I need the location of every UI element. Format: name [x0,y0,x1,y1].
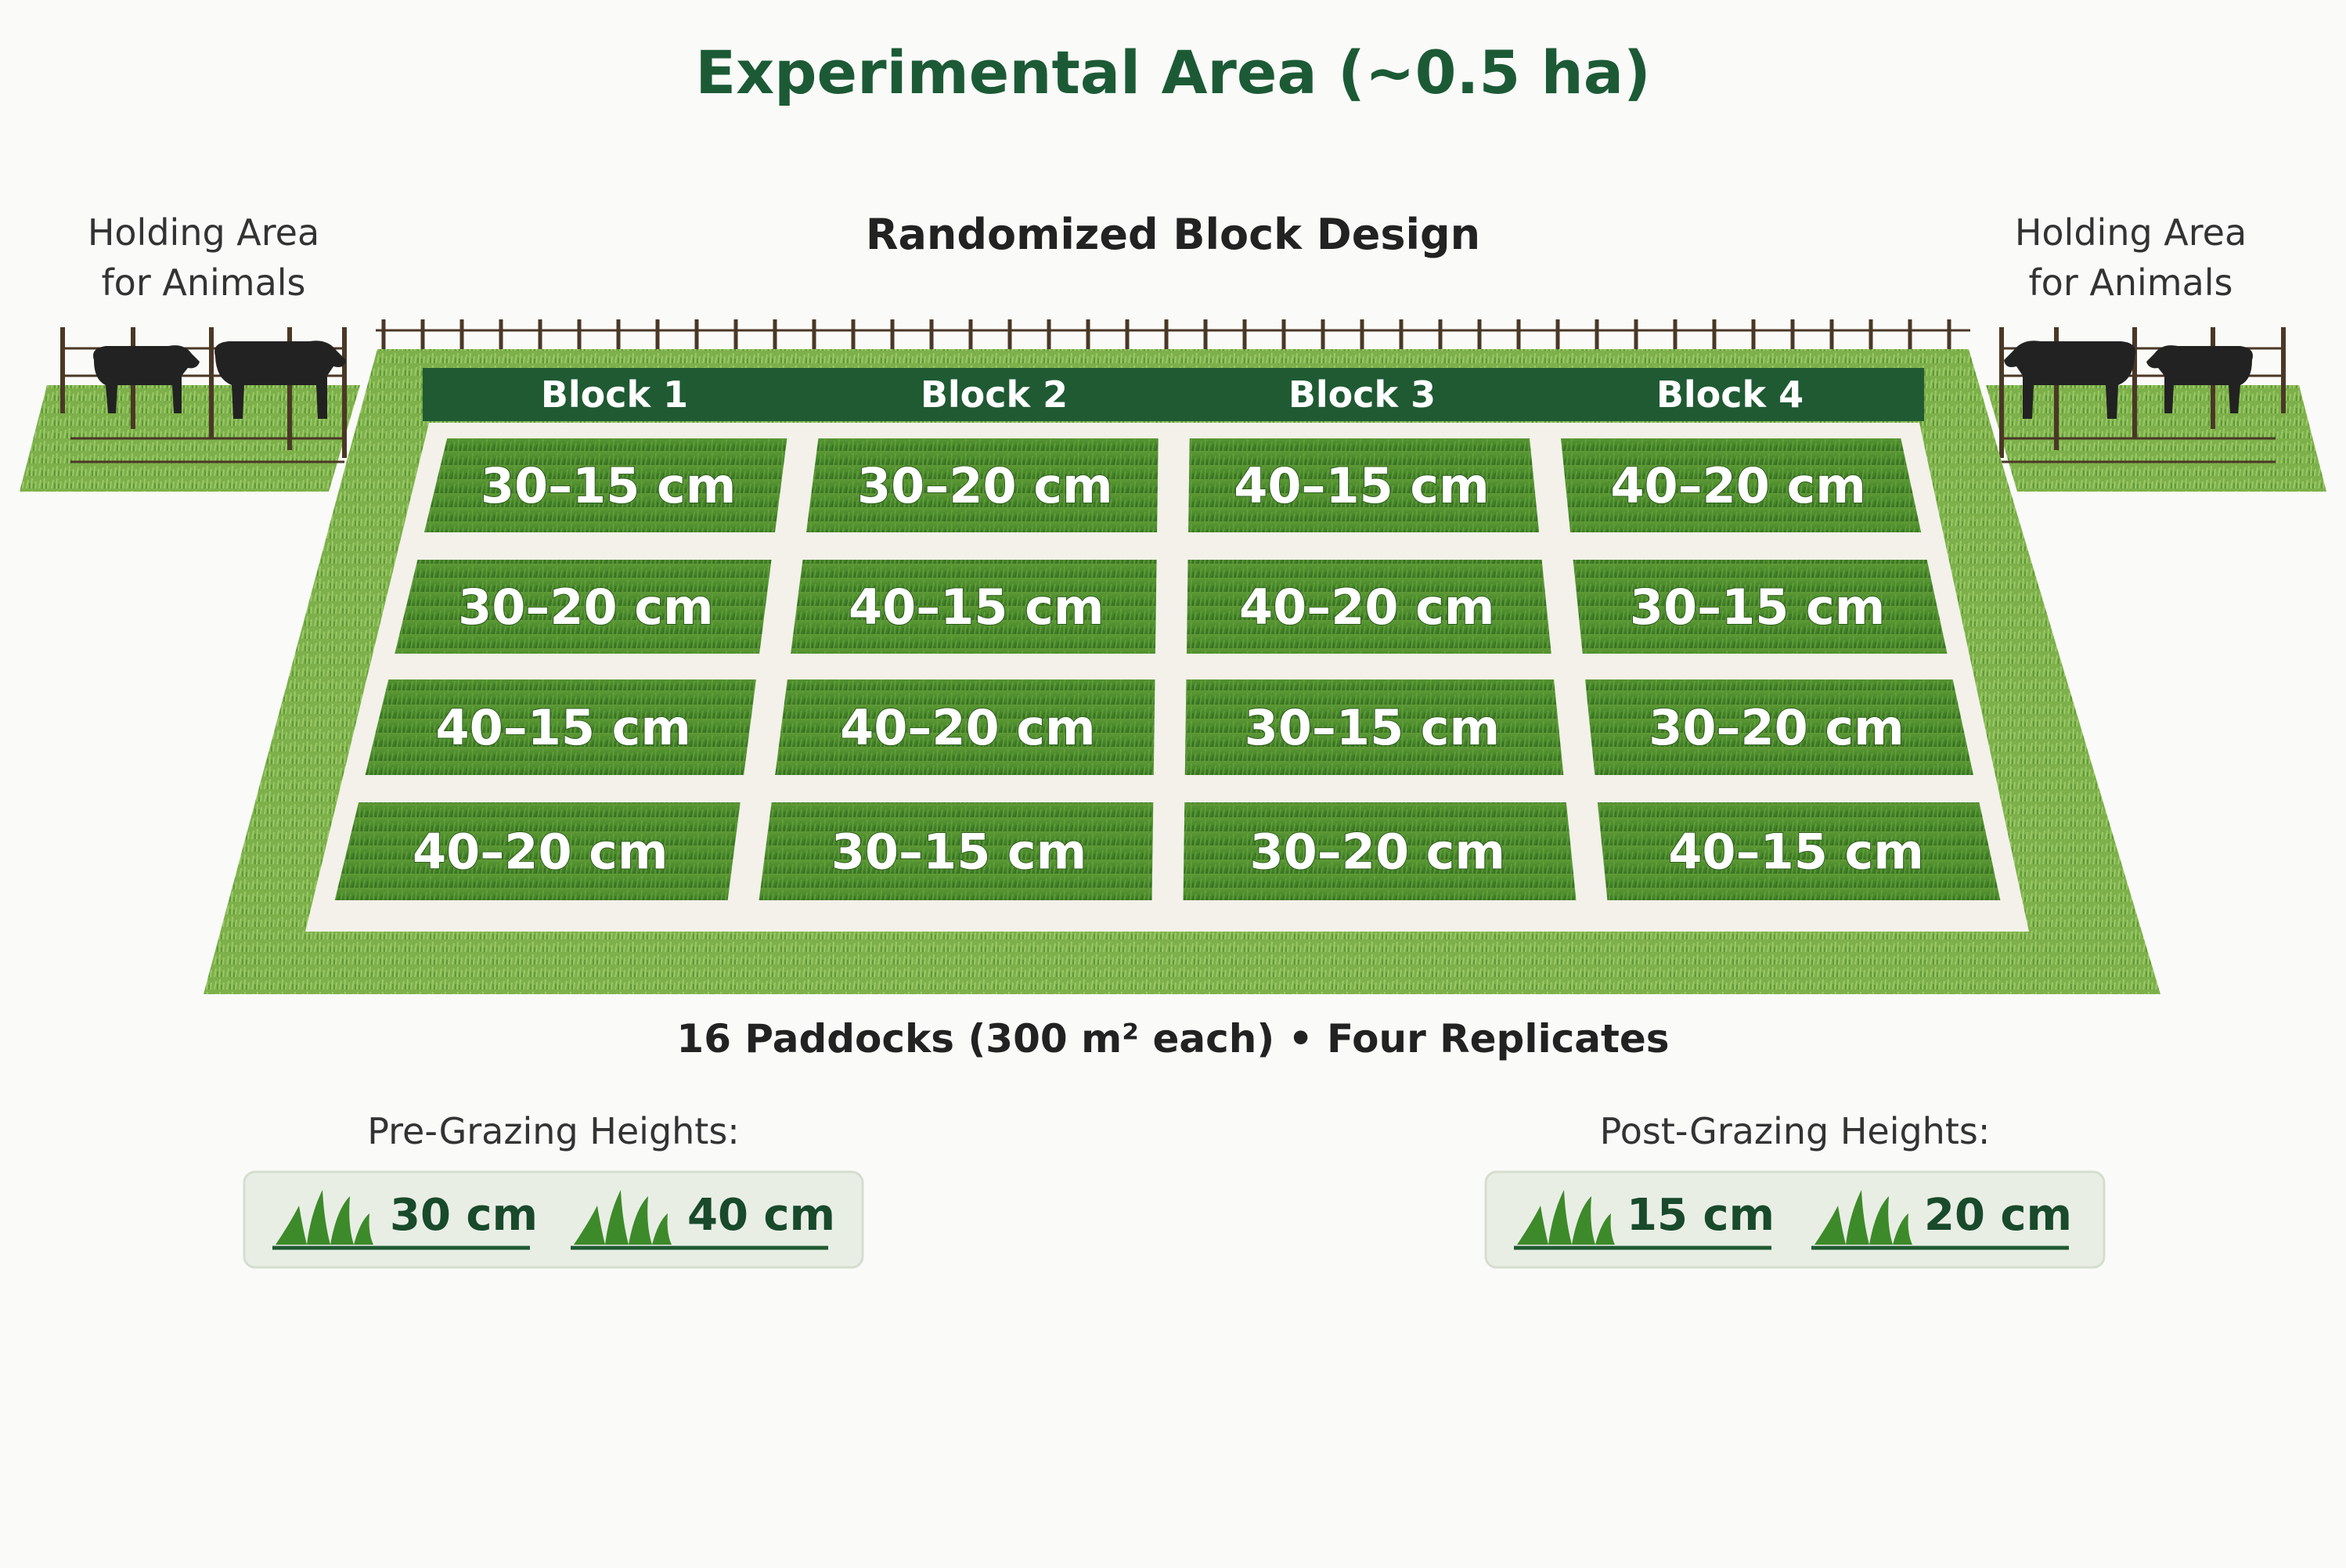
pre-grazing-title: Pre-Grazing Heights: [367,1110,740,1152]
paddock-label: 40–20 cm [413,824,668,881]
paddock-label: 30–20 cm [1649,699,1905,756]
block-header-2: Block 2 [921,373,1068,416]
post-grazing-title: Post-Grazing Heights: [1599,1110,1991,1152]
paddock-label: 30–20 cm [857,457,1113,514]
pre-grazing-item-40: 40 cm [687,1190,835,1241]
block-header-3: Block 3 [1288,373,1436,416]
paddock-label: 40–20 cm [840,699,1096,756]
paddock-label: 40–20 cm [1239,579,1495,636]
paddock-label: 40–15 cm [1668,824,1924,881]
block-header-4: Block 4 [1656,373,1804,416]
block-header-1: Block 1 [541,373,688,416]
perimeter-fence [376,319,1970,351]
paddock-label: 40–15 cm [849,579,1105,636]
paddock-label: 40–20 cm [1610,457,1866,514]
pre-grazing-item-30: 30 cm [390,1190,538,1241]
post-grazing-item-20: 20 cm [1924,1190,2072,1241]
paddock-label: 30–15 cm [831,824,1087,881]
paddock-label: 40–15 cm [435,699,691,756]
paddock-caption: 16 Paddocks (300 m² each) • Four Replica… [676,1016,1670,1062]
paddock-label: 40–15 cm [1234,457,1490,514]
field-diagram: Block 1 Block 2 Block 3 Block 4 30–15 cm 30–… [20,319,2326,1269]
post-grazing-item-15: 15 cm [1627,1190,1775,1241]
paddock-label: 30–20 cm [458,579,714,636]
paddock-label: 30–20 cm [1250,824,1506,881]
paddock-label: 30–15 cm [1630,579,1886,636]
paddock-label: 30–15 cm [481,457,737,514]
paddock-label: 30–15 cm [1245,699,1501,756]
